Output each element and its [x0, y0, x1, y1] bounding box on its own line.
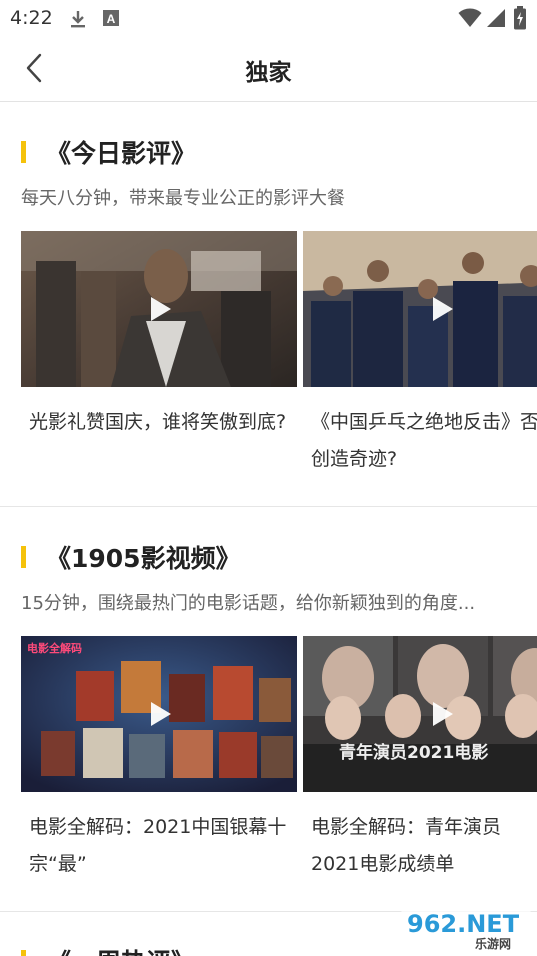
section-accent-bar: [21, 546, 26, 568]
section-title[interactable]: 《今日影评》: [46, 134, 196, 170]
section-subtitle: 15分钟，围绕最热门的电影话题，给你新颖独到的角度...: [21, 593, 476, 614]
section-subtitle: 每天八分钟，带来最专业公正的影评大餐: [21, 188, 345, 209]
video-thumbnail[interactable]: [21, 231, 297, 387]
app-header: 独家: [0, 36, 537, 102]
video-title[interactable]: 电影全解码：2021中国银幕十宗“最”: [29, 809, 287, 883]
section-accent-bar: [21, 950, 26, 956]
video-title[interactable]: 光影礼赞国庆，谁将笑傲到底?: [29, 404, 287, 478]
svg-text:A: A: [107, 12, 116, 26]
status-bar: 4:22 A: [0, 0, 537, 36]
video-card[interactable]: 青年演员2021电影 电影全解码：青年演员2021电影成绩单: [303, 636, 537, 886]
video-card[interactable]: 《中国乒乓之绝地反击》否创造奇迹?: [303, 231, 537, 481]
page-title: 独家: [245, 60, 292, 86]
video-card[interactable]: 光影礼赞国庆，谁将笑傲到底?: [21, 231, 297, 481]
video-title[interactable]: 电影全解码：青年演员2021电影成绩单: [311, 809, 537, 883]
section-title[interactable]: 《1905影视频》: [46, 539, 241, 575]
video-thumbnail[interactable]: 电影全解码: [21, 636, 297, 792]
download-icon: [71, 11, 85, 28]
video-thumbnail[interactable]: [303, 231, 537, 387]
section-title[interactable]: 《一周热评》: [46, 943, 196, 956]
battery-charging-icon: [514, 6, 526, 30]
section-today-review: 《今日影评》 每天八分钟，带来最专业公正的影评大餐 光影礼赞国庆，谁将笑傲到底?…: [0, 103, 537, 506]
watermark-logo: 962.NET 乐游网: [399, 904, 533, 954]
section-accent-bar: [21, 141, 26, 163]
play-icon[interactable]: [423, 291, 459, 327]
wifi-icon: [458, 8, 482, 27]
keyboard-a-icon: A: [103, 10, 119, 26]
status-time: 4:22: [10, 7, 53, 29]
signal-icon: [487, 9, 505, 27]
play-icon[interactable]: [423, 696, 459, 732]
watermark-text: 962.NET: [407, 910, 520, 938]
video-thumbnail[interactable]: 青年演员2021电影: [303, 636, 537, 792]
video-card[interactable]: 电影全解码 电影全解码：2021中国银幕十宗“最”: [21, 636, 297, 886]
thumb-caption: 青年演员2021电影: [339, 742, 488, 763]
section-1905-video: 《1905影视频》 15分钟，围绕最热门的电影话题，给你新颖独到的角度... 电…: [0, 507, 537, 910]
video-title[interactable]: 《中国乒乓之绝地反击》否创造奇迹?: [311, 404, 537, 478]
watermark-subtext: 乐游网: [475, 936, 511, 951]
play-icon[interactable]: [141, 696, 177, 732]
play-icon[interactable]: [141, 291, 177, 327]
thumb-caption: 电影全解码: [27, 641, 82, 655]
